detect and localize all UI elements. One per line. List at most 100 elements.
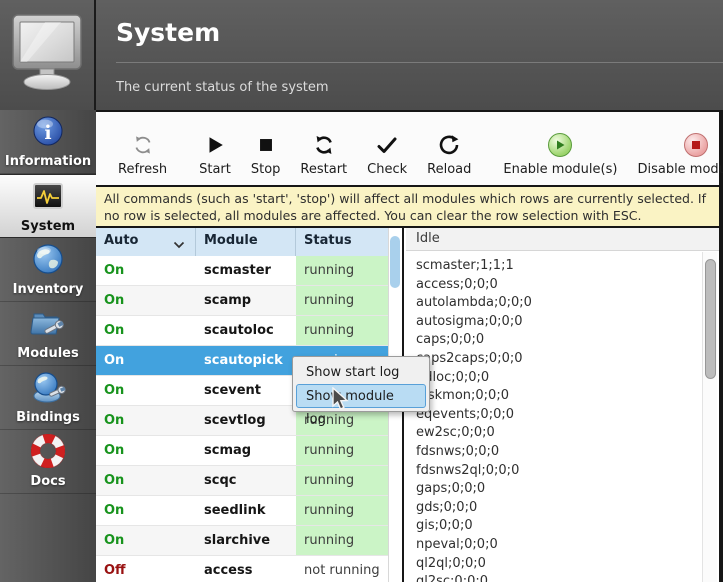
toolbar-button-label: Enable module(s) bbox=[503, 162, 617, 177]
toolbar-button-label: Check bbox=[367, 162, 407, 177]
status-cell[interactable]: running bbox=[296, 496, 388, 525]
toolbar: Refresh Start Stop bbox=[96, 110, 723, 187]
module-cell[interactable]: access bbox=[196, 556, 296, 582]
status-line: caps;0;0;0 bbox=[416, 331, 719, 350]
module-cell[interactable]: scevent bbox=[196, 376, 296, 405]
app-window: { "header": { "title": "System", "subtit… bbox=[0, 0, 723, 582]
mouse-cursor bbox=[331, 387, 351, 413]
context-menu: Show start log Show module log bbox=[292, 356, 430, 412]
module-cell[interactable]: scevtlog bbox=[196, 406, 296, 435]
auto-cell[interactable]: On bbox=[96, 376, 196, 405]
panel-vertical-scrollbar[interactable] bbox=[702, 252, 717, 582]
column-header-module[interactable]: Module bbox=[196, 228, 296, 256]
restart-icon bbox=[312, 132, 336, 158]
module-cell[interactable]: scmag bbox=[196, 436, 296, 465]
status-line: ew2sc;0;0;0 bbox=[416, 424, 719, 443]
sort-chevron-down-icon bbox=[173, 238, 185, 253]
lifebuoy-icon bbox=[31, 434, 65, 472]
status-cell[interactable]: running bbox=[296, 436, 388, 465]
module-cell[interactable]: scamp bbox=[196, 286, 296, 315]
toolbar-button-label: Disable module(s) bbox=[637, 162, 723, 177]
toolbar-button-label: Stop bbox=[251, 162, 281, 177]
stop-button[interactable]: Stop bbox=[241, 118, 291, 181]
table-row[interactable]: Onscmasterrunning bbox=[96, 256, 402, 286]
toolbar-button-label: Start bbox=[199, 162, 231, 177]
auto-cell[interactable]: On bbox=[96, 526, 196, 555]
sidebar-item-label: System bbox=[21, 219, 75, 234]
toolbar-button-label: Reload bbox=[427, 162, 471, 177]
table-row[interactable]: Offaccessnot running bbox=[96, 556, 402, 582]
sidebar-item-bindings[interactable]: Bindings bbox=[0, 366, 96, 430]
status-cell[interactable]: running bbox=[296, 286, 388, 315]
sidebar-item-inventory[interactable]: Inventory bbox=[0, 238, 96, 302]
check-button[interactable]: Check bbox=[357, 118, 417, 181]
globe-icon bbox=[31, 242, 65, 280]
sidebar-item-information[interactable]: i Information bbox=[0, 110, 96, 174]
start-button[interactable]: Start bbox=[189, 118, 241, 181]
status-line: gis;0;0;0 bbox=[416, 517, 719, 536]
table-row[interactable]: Onscautolocrunning bbox=[96, 316, 402, 346]
status-line: autosigma;0;0;0 bbox=[416, 313, 719, 332]
reload-button[interactable]: Reload bbox=[417, 118, 481, 181]
module-cell[interactable]: slarchive bbox=[196, 526, 296, 555]
auto-cell[interactable]: On bbox=[96, 316, 196, 345]
monitor-icon bbox=[9, 12, 85, 98]
column-header-auto[interactable]: Auto bbox=[96, 228, 196, 256]
table-row[interactable]: Onscmagrunning bbox=[96, 436, 402, 466]
sidebar: i Information System bbox=[0, 110, 96, 582]
scrollbar-thumb[interactable] bbox=[705, 259, 716, 379]
refresh-button[interactable]: Refresh bbox=[108, 118, 177, 181]
module-cell[interactable]: scmaster bbox=[196, 256, 296, 285]
status-panel-title: Idle bbox=[406, 228, 719, 251]
disable-modules-button[interactable]: Disable module(s) bbox=[627, 118, 723, 181]
status-cell[interactable]: running bbox=[296, 316, 388, 345]
auto-cell[interactable]: On bbox=[96, 436, 196, 465]
auto-cell[interactable]: On bbox=[96, 256, 196, 285]
auto-cell[interactable]: On bbox=[96, 466, 196, 495]
module-cell[interactable]: scautoloc bbox=[196, 316, 296, 345]
table-row[interactable]: Onseedlinkrunning bbox=[96, 496, 402, 526]
table-row[interactable]: Onslarchiverunning bbox=[96, 526, 402, 556]
auto-cell[interactable]: On bbox=[96, 286, 196, 315]
sidebar-item-docs[interactable]: Docs bbox=[0, 430, 96, 494]
menu-item-show-module-log[interactable]: Show module log bbox=[296, 384, 426, 408]
status-cell[interactable]: running bbox=[296, 466, 388, 495]
status-line: eqevents;0;0;0 bbox=[416, 406, 719, 425]
status-line: fdsnws;0;0;0 bbox=[416, 443, 719, 462]
module-cell[interactable]: scqc bbox=[196, 466, 296, 495]
auto-cell[interactable]: On bbox=[96, 496, 196, 525]
restart-button[interactable]: Restart bbox=[290, 118, 357, 181]
menu-item-show-start-log[interactable]: Show start log bbox=[296, 360, 426, 384]
stop-icon bbox=[255, 132, 277, 158]
column-header-status[interactable]: Status bbox=[296, 228, 388, 256]
auto-cell[interactable]: On bbox=[96, 346, 196, 375]
sidebar-item-system[interactable]: System bbox=[0, 174, 96, 238]
svg-text:i: i bbox=[44, 122, 51, 144]
auto-cell[interactable]: On bbox=[96, 406, 196, 435]
page-subtitle: The current status of the system bbox=[116, 80, 329, 95]
module-cell[interactable]: seedlink bbox=[196, 496, 296, 525]
auto-cell[interactable]: Off bbox=[96, 556, 196, 582]
scrollbar-thumb[interactable] bbox=[390, 236, 400, 288]
table-row[interactable]: Onscamprunning bbox=[96, 286, 402, 316]
status-cell[interactable]: running bbox=[296, 256, 388, 285]
status-line: ddloc;0;0;0 bbox=[416, 369, 719, 388]
status-cell[interactable]: not running bbox=[296, 556, 388, 582]
status-line: access;0;0;0 bbox=[416, 276, 719, 295]
page-title: System bbox=[116, 18, 220, 47]
module-cell[interactable]: scautopick bbox=[196, 346, 296, 375]
system-monitor-icon bbox=[31, 179, 65, 217]
sidebar-item-modules[interactable]: Modules bbox=[0, 302, 96, 366]
folder-wrench-icon bbox=[30, 306, 66, 344]
table-row[interactable]: Onscqcrunning bbox=[96, 466, 402, 496]
status-panel: Idle scmaster;1;1;1access;0;0;0autolambd… bbox=[406, 228, 719, 582]
status-cell[interactable]: running bbox=[296, 526, 388, 555]
table-body: OnscmasterrunningOnscamprunningOnscautol… bbox=[96, 256, 402, 582]
play-icon bbox=[204, 132, 226, 158]
page-header: System The current status of the system bbox=[0, 0, 723, 110]
sidebar-item-label: Inventory bbox=[13, 282, 84, 297]
enable-modules-button[interactable]: Enable module(s) bbox=[493, 118, 627, 181]
toolbar-button-label: Restart bbox=[300, 162, 347, 177]
status-line: npeval;0;0;0 bbox=[416, 536, 719, 555]
status-line: ql2sc;0;0;0 bbox=[416, 573, 719, 582]
